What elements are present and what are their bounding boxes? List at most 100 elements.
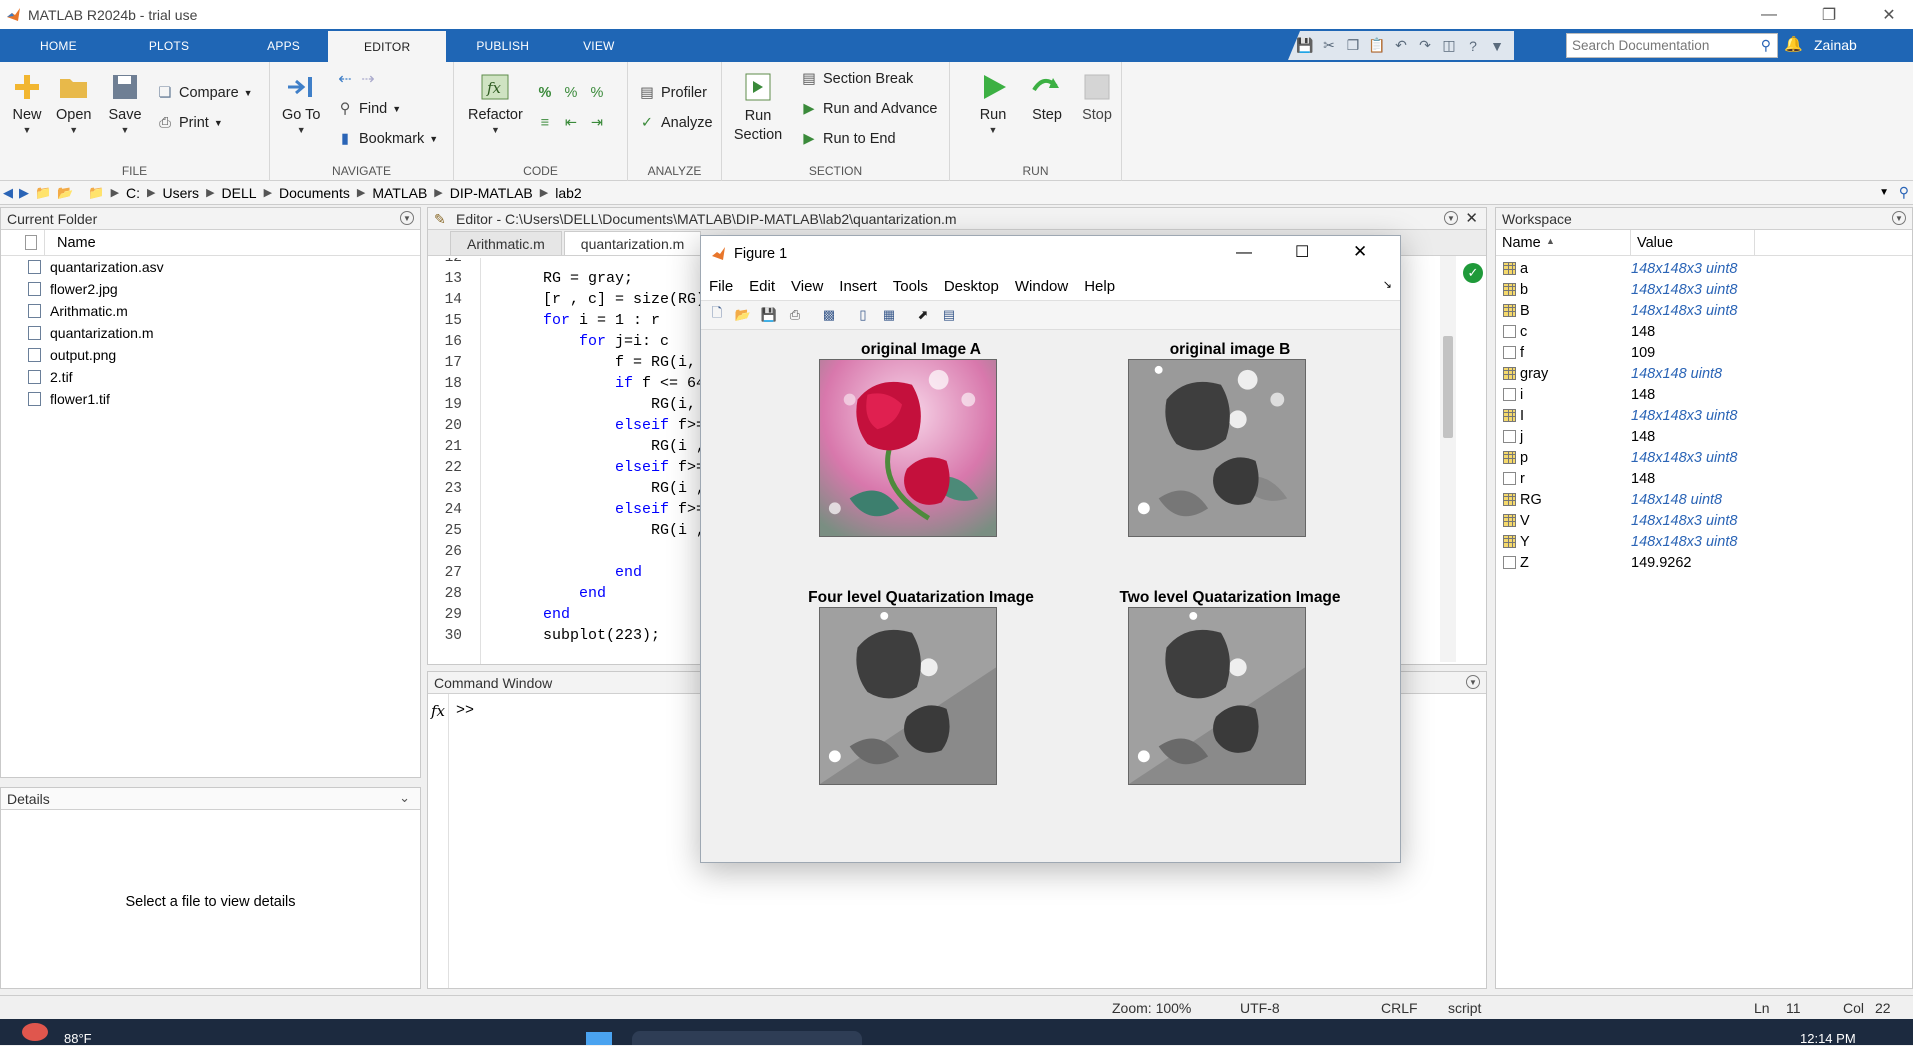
- file-list-item[interactable]: quantarization.m: [1, 322, 420, 344]
- back-forward-buttons[interactable]: ⇠ ⇢: [336, 70, 377, 88]
- code-line[interactable]: 16 for j=i: c: [428, 331, 669, 352]
- code-line[interactable]: 19 RG(i,: [428, 394, 696, 415]
- breadcrumb-drive[interactable]: C:: [126, 185, 140, 201]
- breadcrumb-matlab[interactable]: MATLAB: [372, 185, 427, 201]
- link-plot-icon[interactable]: ▩: [819, 305, 839, 325]
- code-analyzer-ok-icon[interactable]: ✓: [1463, 263, 1483, 283]
- workspace-variable-row[interactable]: Z 149.9262: [1496, 552, 1912, 573]
- up-folder-icon[interactable]: 📁: [35, 185, 51, 201]
- run-button[interactable]: Run ▼: [976, 70, 1010, 135]
- save-button[interactable]: Save ▼: [108, 70, 142, 135]
- file-list-item[interactable]: output.png: [1, 344, 420, 366]
- profiler-button[interactable]: ▤ Profiler: [638, 84, 707, 102]
- panel-menu-icon[interactable]: ▼: [1466, 675, 1480, 689]
- print-button[interactable]: ⎙ Print ▼: [156, 114, 223, 132]
- figure-menu-file[interactable]: File: [709, 278, 733, 295]
- workspace-variable-row[interactable]: j 148: [1496, 426, 1912, 447]
- insert-legend-icon[interactable]: ▦: [879, 305, 899, 325]
- figure-menu-view[interactable]: View: [791, 278, 823, 295]
- save-icon[interactable]: 💾: [1294, 35, 1316, 57]
- breadcrumb-documents[interactable]: Documents: [279, 185, 350, 201]
- code-line[interactable]: 20 elseif f>=: [428, 415, 705, 436]
- command-prompt[interactable]: >>: [456, 702, 474, 719]
- help-icon[interactable]: ?: [1462, 35, 1484, 57]
- file-list-item[interactable]: Arithmatic.m: [1, 300, 420, 322]
- breadcrumb-lab2[interactable]: lab2: [555, 185, 581, 201]
- breadcrumb-dip-matlab[interactable]: DIP-MATLAB: [450, 185, 533, 201]
- notification-bell-icon[interactable]: 🔔: [1784, 35, 1803, 53]
- back-arrow-icon[interactable]: ⇠: [336, 70, 354, 88]
- figure-maximize-button[interactable]: ☐: [1295, 242, 1309, 262]
- code-line[interactable]: 29 end: [428, 604, 570, 625]
- open-file-icon[interactable]: 📂: [733, 305, 753, 325]
- user-account-menu[interactable]: Zainab: [1814, 37, 1857, 53]
- open-button[interactable]: Open ▼: [56, 70, 91, 135]
- figure-close-button[interactable]: ✕: [1353, 242, 1367, 262]
- dock-arrow-icon[interactable]: ↘: [1383, 278, 1392, 291]
- uncomment-icon[interactable]: %: [562, 84, 580, 102]
- code-line[interactable]: 27 end: [428, 562, 642, 583]
- workspace-variable-row[interactable]: gray 148x148 uint8: [1496, 363, 1912, 384]
- workspace-variable-row[interactable]: f 109: [1496, 342, 1912, 363]
- copy-icon[interactable]: ❐: [1342, 35, 1364, 57]
- workspace-variable-row[interactable]: p 148x148x3 uint8: [1496, 447, 1912, 468]
- file-list-item[interactable]: quantarization.asv: [1, 256, 420, 278]
- comment-percent-icon[interactable]: %: [536, 84, 554, 102]
- edit-plot-arrow-icon[interactable]: ⬈: [913, 305, 933, 325]
- refactor-button[interactable]: fx Refactor ▼: [468, 70, 523, 135]
- code-line[interactable]: 17 f = RG(i,: [428, 352, 696, 373]
- increase-indent-icon[interactable]: ⇥: [588, 114, 606, 132]
- workspace-variable-row[interactable]: i 148: [1496, 384, 1912, 405]
- run-section-button[interactable]: Run Section: [734, 70, 782, 145]
- file-list-item[interactable]: flower1.tif: [1, 388, 420, 410]
- code-line[interactable]: 23 RG(i ,: [428, 478, 705, 499]
- stop-button[interactable]: Stop: [1080, 70, 1114, 123]
- taskbar-clock[interactable]: 12:14 PM: [1800, 1031, 1856, 1046]
- run-to-end-button[interactable]: ▶ Run to End: [800, 130, 895, 148]
- maximize-button[interactable]: ❐: [1806, 0, 1852, 29]
- figure-minimize-button[interactable]: —: [1236, 244, 1252, 262]
- code-line[interactable]: 15 for i = 1 : r: [428, 310, 660, 331]
- workspace-variable-row[interactable]: B 148x148x3 uint8: [1496, 300, 1912, 321]
- workspace-variable-row[interactable]: V 148x148x3 uint8: [1496, 510, 1912, 531]
- editor-scrollbar[interactable]: [1440, 256, 1456, 662]
- start-button[interactable]: [586, 1032, 612, 1045]
- folder-column-header[interactable]: Name: [1, 230, 420, 256]
- panel-menu-icon[interactable]: ▼: [1444, 211, 1458, 225]
- breadcrumb-users[interactable]: Users: [163, 185, 200, 201]
- undo-icon[interactable]: ↶: [1390, 35, 1412, 57]
- tab-arithmatic[interactable]: Arithmatic.m: [450, 231, 562, 255]
- new-button[interactable]: New ▼: [10, 70, 44, 135]
- browse-folder-icon[interactable]: 📂: [57, 185, 73, 201]
- figure-menu-tools[interactable]: Tools: [893, 278, 928, 295]
- breadcrumb-dell[interactable]: DELL: [222, 185, 257, 201]
- find-button[interactable]: ⚲ Find ▼: [336, 100, 401, 118]
- file-list-item[interactable]: 2.tif: [1, 366, 420, 388]
- address-dropdown-icon[interactable]: ▼: [1879, 187, 1889, 198]
- property-inspector-icon[interactable]: ▤: [939, 305, 959, 325]
- run-and-advance-button[interactable]: ▶ Run and Advance: [800, 100, 937, 118]
- tab-plots[interactable]: PLOTS: [99, 29, 239, 62]
- code-line[interactable]: 14 [r , c] = size(RG): [428, 289, 705, 310]
- goto-button[interactable]: Go To ▼: [282, 70, 320, 135]
- workspace-variable-row[interactable]: b 148x148x3 uint8: [1496, 279, 1912, 300]
- chevron-down-icon[interactable]: ▼: [1486, 35, 1508, 57]
- file-list-item[interactable]: flower2.jpg: [1, 278, 420, 300]
- save-figure-icon[interactable]: 💾: [759, 305, 779, 325]
- chevron-down-icon[interactable]: ⌄: [399, 790, 410, 806]
- code-line[interactable]: 30 subplot(223);: [428, 625, 660, 646]
- figure-menu-window[interactable]: Window: [1015, 278, 1068, 295]
- code-line[interactable]: 12: [428, 258, 470, 268]
- indent-buttons[interactable]: ≡ ⇤ ⇥: [536, 114, 606, 132]
- close-button[interactable]: ✕: [1866, 0, 1912, 29]
- taskbar-search[interactable]: [632, 1031, 862, 1045]
- function-browser-icon[interactable]: fx: [431, 702, 445, 720]
- comment-buttons[interactable]: % % %: [536, 84, 606, 102]
- workspace-column-header[interactable]: Name ▲ Value: [1496, 230, 1912, 256]
- code-line[interactable]: 26: [428, 541, 470, 562]
- code-line[interactable]: 28 end: [428, 583, 606, 604]
- address-search-icon[interactable]: ⚲: [1899, 184, 1909, 201]
- switch-windows-icon[interactable]: ◫: [1438, 35, 1460, 57]
- code-line[interactable]: 24 elseif f>=: [428, 499, 705, 520]
- figure-canvas[interactable]: original Image A original image B Four l…: [701, 331, 1400, 862]
